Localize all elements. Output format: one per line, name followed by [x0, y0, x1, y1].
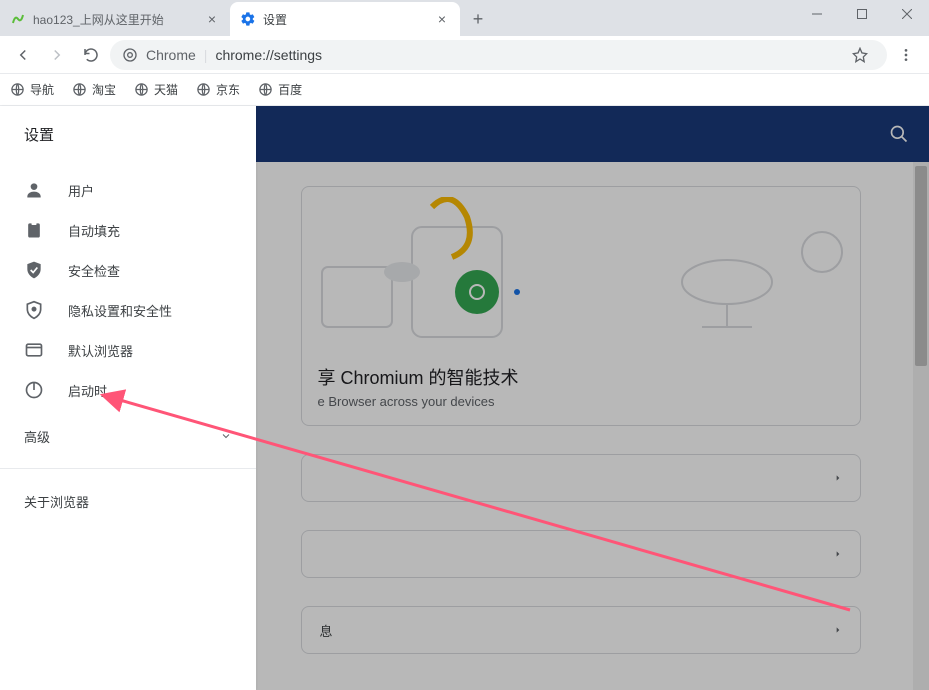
advanced-label: 高级: [24, 427, 50, 446]
bookmark-label: 淘宝: [92, 81, 116, 98]
chrome-icon: [122, 47, 138, 63]
window-controls: [794, 0, 929, 28]
menu-button[interactable]: [891, 40, 921, 70]
power-icon: [24, 380, 44, 400]
omnibox[interactable]: Chrome | chrome://settings: [110, 40, 887, 70]
maximize-button[interactable]: [839, 0, 884, 28]
reload-button[interactable]: [76, 40, 106, 70]
sidebar-advanced[interactable]: 高级: [0, 416, 256, 456]
bookmark-item[interactable]: 京东: [196, 81, 240, 98]
sidebar-item-default-browser[interactable]: 默认浏览器: [0, 330, 256, 370]
bookmark-label: 京东: [216, 81, 240, 98]
divider: [0, 468, 256, 469]
omnibox-label: Chrome: [146, 47, 196, 63]
tab-hao123[interactable]: hao123_上网从这里开始 ×: [0, 2, 230, 36]
settings-sidebar: 设置 用户 自动填充 安全检查 隐私设置和安全性 默认浏览器: [0, 106, 256, 690]
sidebar-item-label: 启动时: [68, 381, 107, 400]
minimize-button[interactable]: [794, 0, 839, 28]
sidebar-item-label: 隐私设置和安全性: [68, 301, 172, 320]
tab-title: 设置: [263, 11, 427, 28]
sidebar-header: 设置: [0, 106, 256, 162]
bookmark-label: 天猫: [154, 81, 178, 98]
shield-icon: [24, 300, 44, 320]
bookmark-item[interactable]: 天猫: [134, 81, 178, 98]
close-button[interactable]: [884, 0, 929, 28]
sidebar-item-label: 自动填充: [68, 221, 120, 240]
main: 设置 用户 自动填充 安全检查 隐私设置和安全性 默认浏览器: [0, 106, 929, 690]
omnibox-url: chrome://settings: [215, 47, 322, 63]
globe-icon: [258, 82, 273, 97]
tab-title: hao123_上网从这里开始: [33, 11, 197, 28]
titlebar: hao123_上网从这里开始 × 设置 × +: [0, 0, 929, 36]
clipboard-icon: [24, 220, 44, 240]
tab-settings[interactable]: 设置 ×: [230, 2, 460, 36]
sidebar-item-privacy[interactable]: 隐私设置和安全性: [0, 290, 256, 330]
new-tab-button[interactable]: +: [464, 5, 492, 33]
gear-icon: [240, 11, 256, 27]
sidebar-item-autofill[interactable]: 自动填充: [0, 210, 256, 250]
hao123-favicon: [10, 11, 26, 27]
globe-icon: [10, 82, 25, 97]
overlay-dim[interactable]: [256, 106, 929, 690]
sidebar-about[interactable]: 关于浏览器: [0, 481, 256, 521]
shield-check-icon: [24, 260, 44, 280]
forward-button[interactable]: [42, 40, 72, 70]
sidebar-item-label: 安全检查: [68, 261, 120, 280]
globe-icon: [134, 82, 149, 97]
bookmark-star-icon[interactable]: [845, 40, 875, 70]
sidebar-item-people[interactable]: 用户: [0, 170, 256, 210]
bookmark-item[interactable]: 百度: [258, 81, 302, 98]
sidebar-item-label: 用户: [68, 181, 94, 200]
bookmark-label: 导航: [30, 81, 54, 98]
close-icon[interactable]: ×: [204, 11, 220, 27]
bookmark-label: 百度: [278, 81, 302, 98]
bookmarks-bar: 导航 淘宝 天猫 京东 百度: [0, 74, 929, 106]
bookmark-item[interactable]: 导航: [10, 81, 54, 98]
globe-icon: [72, 82, 87, 97]
globe-icon: [196, 82, 211, 97]
sidebar-item-on-startup[interactable]: 启动时: [0, 370, 256, 410]
about-label: 关于浏览器: [24, 492, 89, 511]
person-icon: [24, 180, 44, 200]
sidebar-item-safety[interactable]: 安全检查: [0, 250, 256, 290]
settings-content: 享 Chromium 的智能技术 e Browser across your d…: [256, 106, 929, 690]
omnibox-separator: |: [204, 47, 208, 63]
browser-icon: [24, 340, 44, 360]
bookmark-item[interactable]: 淘宝: [72, 81, 116, 98]
toolbar: Chrome | chrome://settings: [0, 36, 929, 74]
close-icon[interactable]: ×: [434, 11, 450, 27]
sidebar-item-label: 默认浏览器: [68, 341, 133, 360]
back-button[interactable]: [8, 40, 38, 70]
chevron-down-icon: [220, 430, 232, 442]
